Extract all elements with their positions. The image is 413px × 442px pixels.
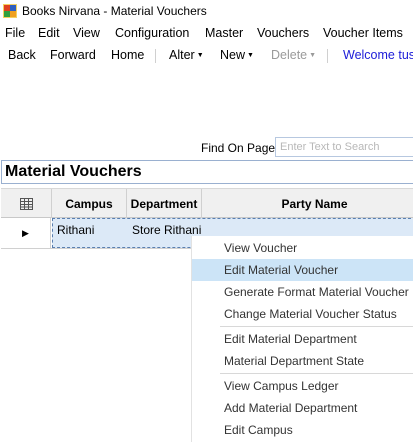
menu-file[interactable]: File [5,26,25,40]
delete-label: Delete [271,48,308,62]
caret-down-icon: ▼ [309,52,317,59]
menu-item-view-campus-ledger[interactable]: View Campus Ledger [192,375,413,397]
alter-dropdown[interactable]: Alter ▼ [169,48,204,62]
menu-view[interactable]: View [73,26,100,40]
menu-item-material-department-state[interactable]: Material Department State [192,350,413,372]
page-title: Material Vouchers [1,160,413,184]
column-header-department[interactable]: Department [127,189,202,218]
toolbar-separator [327,49,328,63]
column-header-campus[interactable]: Campus [52,189,127,218]
delete-dropdown[interactable]: Delete ▼ [271,48,316,62]
column-chooser-button[interactable] [1,189,52,218]
grid-header: Campus Department Party Name [1,188,413,218]
menu-voucher-items[interactable]: Voucher Items [323,26,403,40]
menu-separator [220,326,413,327]
back-button[interactable]: Back [8,48,36,62]
context-menu: View Voucher Edit Material Voucher Gener… [191,236,413,442]
home-button[interactable]: Home [111,48,144,62]
title-bar: Books Nirvana - Material Vouchers [0,0,413,22]
caret-down-icon: ▼ [196,52,204,59]
grid-icon [19,197,33,210]
menu-item-add-material-department[interactable]: Add Material Department [192,397,413,419]
toolbar: Back Forward Home Alter ▼ New ▼ Delete ▼ We… [0,45,413,67]
toolbar-separator [155,49,156,63]
current-row-arrow-icon: ▶ [22,227,29,238]
menu-item-generate-format-material-voucher[interactable]: Generate Format Material Voucher [192,281,413,303]
menu-bar: File Edit View Configuration Master Vouc… [0,24,413,44]
menu-master[interactable]: Master [205,26,243,40]
new-label: New [220,48,246,62]
row-divider [1,248,191,249]
alter-label: Alter [169,48,195,62]
menu-item-edit-material-department[interactable]: Edit Material Department [192,328,413,350]
app-icon [3,4,17,18]
cell-campus[interactable]: Rithani [57,223,94,237]
forward-button[interactable]: Forward [50,48,96,62]
find-on-page-input[interactable] [275,137,413,157]
find-on-page-label: Find On Page [201,141,276,155]
new-dropdown[interactable]: New ▼ [220,48,254,62]
caret-down-icon: ▼ [247,52,254,59]
menu-item-edit-campus[interactable]: Edit Campus [192,419,413,441]
welcome-user-link[interactable]: Welcome tusl [343,48,413,62]
menu-vouchers[interactable]: Vouchers [257,26,309,40]
cell-department[interactable]: Store Rithani [132,223,201,237]
row-selector[interactable]: ▶ [1,218,51,248]
menu-configuration[interactable]: Configuration [115,26,189,40]
menu-item-change-material-voucher-status[interactable]: Change Material Voucher Status [192,303,413,325]
menu-item-edit-material-voucher[interactable]: Edit Material Voucher [192,259,413,281]
window-title: Books Nirvana - Material Vouchers [22,4,207,18]
menu-separator [220,373,413,374]
column-header-party-name[interactable]: Party Name [202,189,413,218]
menu-item-view-voucher[interactable]: View Voucher [192,237,413,259]
menu-edit[interactable]: Edit [38,26,60,40]
